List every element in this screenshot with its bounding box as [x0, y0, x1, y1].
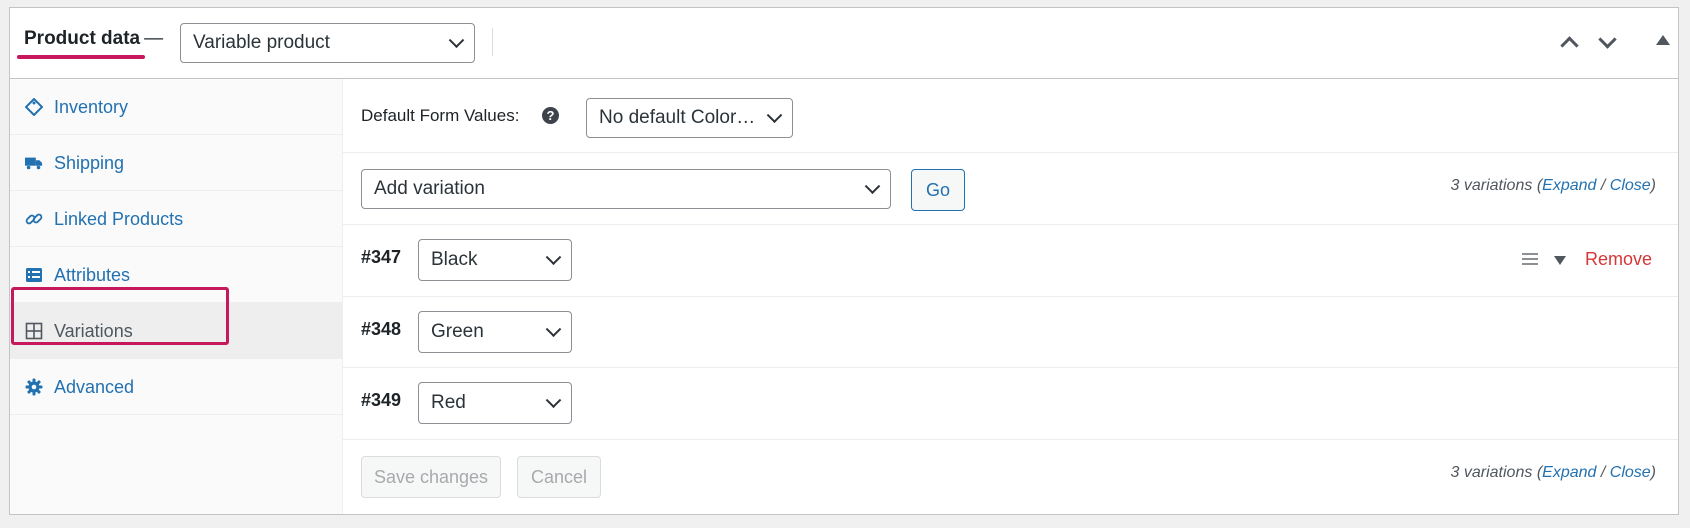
close-link[interactable]: Close: [1610, 464, 1651, 481]
gear-icon: [25, 378, 43, 396]
chevron-down-icon: [766, 107, 783, 124]
variation-row[interactable]: #349 Red: [343, 368, 1678, 440]
close-link[interactable]: Close: [1610, 177, 1651, 194]
chevron-down-icon: [545, 249, 562, 266]
variation-color-select[interactable]: Black: [418, 239, 572, 281]
move-up-button[interactable]: [1556, 30, 1582, 56]
variation-id: #347: [361, 247, 402, 267]
tab-advanced[interactable]: Advanced: [10, 359, 343, 415]
link-icon: [25, 213, 43, 225]
product-type-select[interactable]: Variable product: [180, 23, 475, 63]
panel-title: Product data —: [24, 28, 164, 49]
product-data-panel: Product data — Variable product Inventory: [9, 7, 1679, 515]
add-variation-select[interactable]: Add variation: [361, 169, 891, 209]
variation-count: 3 variations (Expand / Close): [1450, 464, 1656, 481]
move-down-button[interactable]: [1594, 30, 1620, 56]
chevron-down-icon: [864, 178, 881, 195]
variation-count: 3 variations (Expand / Close): [1450, 177, 1656, 194]
truck-icon: [25, 157, 43, 170]
tab-shipping[interactable]: Shipping: [10, 135, 343, 191]
variation-row[interactable]: #347 Black Remove: [343, 225, 1678, 297]
save-changes-button[interactable]: Save changes: [361, 456, 501, 498]
cancel-button[interactable]: Cancel: [517, 456, 601, 498]
expand-link[interactable]: Expand: [1542, 177, 1596, 194]
help-icon[interactable]: ?: [542, 107, 559, 124]
toggle-variation-icon[interactable]: [1554, 256, 1566, 265]
list-icon: [26, 268, 42, 282]
variation-id: #349: [361, 390, 402, 410]
variation-row[interactable]: #348 Green: [343, 297, 1678, 368]
chevron-down-icon: [448, 32, 465, 49]
title-underline-annotation: [17, 55, 145, 59]
default-form-values-row: Default Form Values: ? No default Color…: [343, 79, 1678, 153]
panel-header: Product data — Variable product: [10, 8, 1678, 79]
collapse-panel-icon[interactable]: [1656, 35, 1670, 45]
chevron-down-icon: [545, 321, 562, 338]
add-variation-row: Add variation Go 3 variations (Expand / …: [343, 153, 1678, 225]
chevron-down-icon: [545, 392, 562, 409]
tab-linked-products[interactable]: Linked Products: [10, 191, 343, 247]
variations-footer: Save changes Cancel 3 variations (Expand…: [343, 440, 1678, 514]
variation-color-select[interactable]: Red: [418, 382, 572, 424]
remove-variation-link[interactable]: Remove: [1585, 249, 1652, 270]
drag-handle-icon[interactable]: [1522, 253, 1538, 265]
tab-inventory[interactable]: Inventory: [10, 79, 343, 135]
variations-highlight-annotation: [11, 287, 229, 345]
variation-id: #348: [361, 319, 402, 339]
variations-panel: Default Form Values: ? No default Color……: [343, 79, 1678, 514]
tag-icon: [25, 98, 43, 116]
expand-link[interactable]: Expand: [1542, 464, 1596, 481]
variation-color-select[interactable]: Green: [418, 311, 572, 353]
default-color-select[interactable]: No default Color…: [586, 98, 793, 138]
go-button[interactable]: Go: [911, 169, 965, 211]
header-divider: [492, 28, 493, 56]
